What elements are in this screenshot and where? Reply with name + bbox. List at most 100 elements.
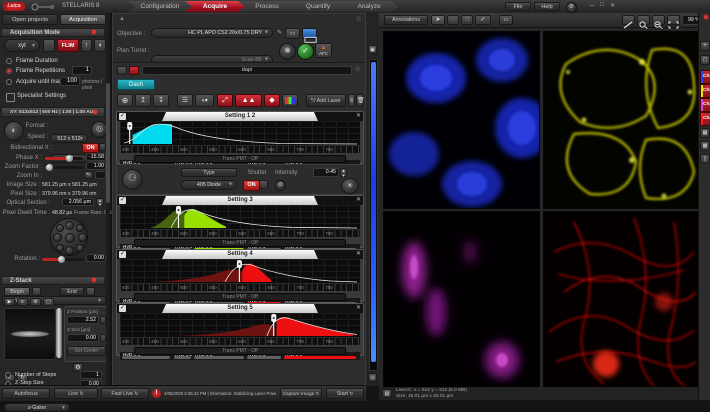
list-button[interactable]: ≡: [348, 94, 355, 107]
bidirectional-toggle[interactable]: ON: [82, 143, 99, 153]
display-button[interactable]: ▭: [285, 28, 300, 39]
split-view-button[interactable]: ▩: [700, 141, 710, 151]
specialist-settings-link[interactable]: Specialist Settings: [17, 93, 66, 99]
strip-bottom-button[interactable]: ◎: [368, 373, 377, 382]
zstack-end-set[interactable]: [86, 287, 95, 296]
channel-button-2[interactable]: Ch2: [700, 84, 710, 98]
mode-select[interactable]: xyt▼: [4, 39, 40, 52]
spectrum-setting-5[interactable]: [120, 313, 360, 337]
image-channel-blue[interactable]: [383, 31, 540, 209]
dye-pin-icon[interactable]: ☉: [355, 66, 360, 73]
shutter-toggle-off[interactable]: [259, 180, 268, 189]
zstack-tool-3[interactable]: ⚙: [30, 298, 41, 306]
zoom-in-tool-button[interactable]: [637, 15, 650, 25]
zoom-in-button[interactable]: ↖: [84, 171, 93, 179]
annotations-button[interactable]: Annotations: [384, 15, 428, 25]
acquisition-mode-header[interactable]: Acquisition Mode: [1, 28, 105, 37]
setting-checkbox[interactable]: ✓: [119, 305, 126, 312]
laser-power-icon[interactable]: ⚆: [122, 169, 143, 190]
start-button[interactable]: Start ↻: [326, 388, 364, 399]
detector-range-bar[interactable]: [247, 356, 281, 359]
dye-toggle-2[interactable]: [129, 66, 139, 75]
load-setting-button[interactable]: ↥: [135, 94, 151, 107]
mode-extra-button[interactable]: [43, 39, 55, 52]
z-position-field[interactable]: 2.52: [67, 316, 99, 324]
setting-checkbox[interactable]: ✓: [119, 113, 126, 120]
zstack-begin-button[interactable]: Begin: [4, 287, 30, 296]
zoom-factor-slider[interactable]: [45, 166, 83, 169]
intensity-stepper[interactable]: ▲▼: [340, 168, 347, 177]
channel-button-3[interactable]: Ch3: [700, 98, 710, 112]
spectrum-setting-4[interactable]: [120, 259, 360, 283]
zstack-end-button[interactable]: End: [60, 287, 84, 296]
apply-tool-button[interactable]: ✓: [475, 15, 491, 25]
acquire-until-field[interactable]: 100: [60, 77, 80, 86]
bidirectional-aux-button[interactable]: [99, 143, 106, 151]
zstack-begin-set[interactable]: [32, 287, 41, 296]
afc-button[interactable]: ▲AFC: [315, 43, 332, 58]
scan-dial-icon[interactable]: ◐: [4, 121, 24, 141]
menu-help[interactable]: Help: [534, 2, 560, 11]
phase-slider[interactable]: [45, 157, 83, 160]
detector-range-bar[interactable]: [174, 356, 191, 359]
maximize-button[interactable]: □: [600, 2, 604, 8]
copy-tool-button[interactable]: ❐: [461, 15, 473, 25]
overlay-button[interactable]: ▦: [700, 128, 710, 138]
spectra-view-button[interactable]: ▲▲: [235, 94, 262, 107]
minimize-button[interactable]: –: [590, 2, 594, 9]
zstack-tool-2[interactable]: ≡: [17, 298, 28, 306]
setting-name[interactable]: Setting 4: [162, 250, 318, 259]
close-icon[interactable]: ✕: [356, 196, 361, 203]
objective-select[interactable]: HC PL APO CS2 20x/0.75 DRY▼: [151, 28, 273, 38]
intensity-field[interactable]: 0.45: [313, 168, 339, 177]
xy-section-header[interactable]: XY: 512x512 | 600 Hz | 1.00 | 1.00 AU: [1, 107, 105, 117]
collapse-chevron-icon[interactable]: ▲: [119, 16, 125, 22]
optical-section-stepper[interactable]: ▲▼: [96, 198, 104, 206]
pointer-tool-button[interactable]: ➤: [431, 15, 445, 25]
zstack-tool-1[interactable]: ▶: [4, 298, 15, 306]
left-panel-scrollbar[interactable]: [106, 13, 110, 385]
tab-acquisition[interactable]: Acquisition: [60, 14, 106, 25]
laser-type-select[interactable]: 405 Diode▼: [181, 180, 237, 190]
phase-field[interactable]: -15.58: [86, 153, 106, 161]
visibility-dropdown[interactable]: ◖▾: [195, 94, 214, 107]
snapshot-button[interactable]: ▢: [700, 55, 710, 65]
grid-view-button[interactable]: ▯: [700, 154, 710, 164]
load-mode-button[interactable]: ↑: [81, 39, 92, 52]
rotation-field[interactable]: 0.00: [86, 254, 106, 262]
image-channel-red[interactable]: [543, 211, 700, 389]
image-channel-yellow[interactable]: [543, 31, 700, 209]
optical-section-field[interactable]: 2.056 µm: [62, 198, 94, 206]
fit-view-button[interactable]: [667, 15, 680, 25]
tab-process[interactable]: Process: [238, 1, 296, 12]
tab-analyze[interactable]: Analyze: [340, 1, 398, 12]
dye-toggle-1[interactable]: [117, 66, 127, 75]
spectrum-setting-3[interactable]: [120, 205, 360, 229]
frame-duration-radio[interactable]: [6, 58, 12, 64]
channel-colors-button[interactable]: [282, 94, 298, 107]
number-of-steps-field[interactable]: 1: [80, 371, 102, 379]
detector-range-bar[interactable]: [284, 356, 356, 359]
resolution-button[interactable]: ◖: [94, 39, 106, 52]
zoom-in-field[interactable]: [95, 171, 106, 179]
status-ok-icon[interactable]: ✓: [297, 43, 314, 60]
flim-button[interactable]: FLIM: [57, 39, 79, 52]
pin-icon[interactable]: ☉: [356, 16, 361, 23]
add-laser-button[interactable]: ⤲ Add Laser: [306, 94, 346, 107]
channel-button-1[interactable]: Ch1: [700, 70, 710, 84]
setting-checkbox[interactable]: ✓: [119, 197, 126, 204]
frame-repetitions-radio[interactable]: [6, 68, 12, 74]
setting-name[interactable]: Setting 1 2: [162, 112, 318, 121]
live-button[interactable]: Live ↻: [54, 388, 98, 399]
capture-image-button[interactable]: Capture Image ↻: [280, 388, 322, 399]
zgalvo-select[interactable]: z-Galvo▼: [4, 403, 70, 412]
trans-pmt-2[interactable]: Trans PMT - Off: [134, 239, 346, 247]
new-setting-button[interactable]: ⊕: [117, 94, 133, 107]
zoom-out-tool-button[interactable]: [652, 15, 665, 25]
close-icon[interactable]: ✕: [356, 250, 361, 257]
shutter-block-icon[interactable]: ⊘: [275, 180, 286, 191]
zstack-tool-4[interactable]: ▢: [43, 298, 54, 306]
rotation-slider[interactable]: [42, 258, 84, 261]
tab-quantify[interactable]: Quantify: [289, 1, 347, 12]
blue-screen-button[interactable]: ▭: [302, 28, 317, 39]
